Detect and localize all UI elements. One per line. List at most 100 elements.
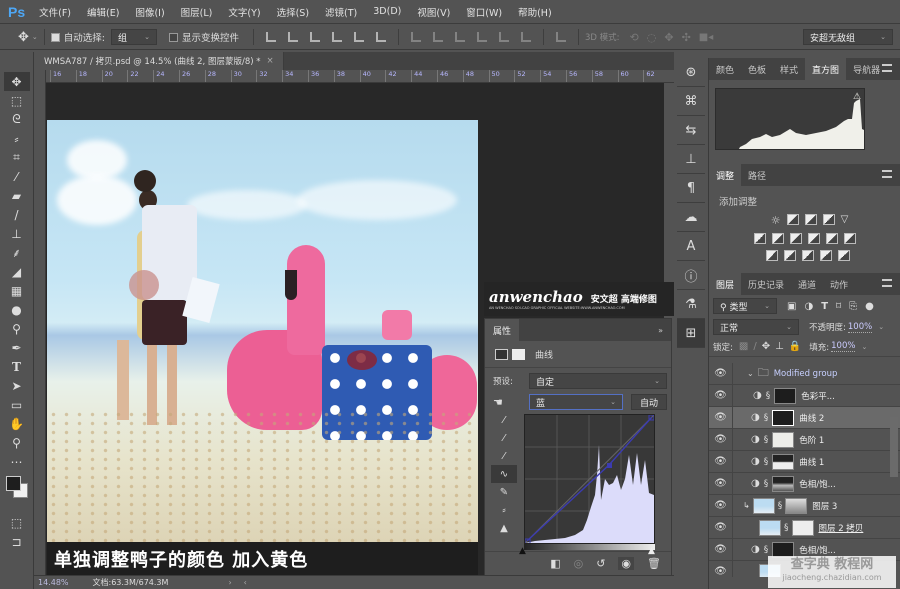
align-left-icon[interactable] xyxy=(332,32,342,42)
brush-tool-icon[interactable]: / xyxy=(4,205,30,224)
exposure-icon[interactable] xyxy=(822,214,835,225)
auto-select-dropdown[interactable]: 组 ⌄ xyxy=(110,29,157,45)
layer-row-selected[interactable]: 👁 ◑ § 曲线 2 xyxy=(709,406,900,429)
layer-row[interactable]: 👁 § 图层 2 拷贝 xyxy=(709,516,900,539)
lock-artboard-icon[interactable]: ⊥ xyxy=(775,341,784,352)
visibility-eye-icon[interactable]: 👁 xyxy=(709,538,733,561)
status-expand-icon[interactable]: › xyxy=(228,578,231,587)
curve-point-mid[interactable] xyxy=(607,463,612,468)
layers-scrollbar[interactable] xyxy=(890,417,898,477)
visibility-eye-icon[interactable]: 👁 xyxy=(709,450,733,473)
3d-slide-icon[interactable]: ✣ xyxy=(682,31,691,44)
blur-tool-icon[interactable]: ● xyxy=(4,300,30,319)
view-previous-icon[interactable]: ◎ xyxy=(574,557,584,570)
workspace-dropdown[interactable]: 安超无敌组 ⌄ xyxy=(803,29,893,45)
document-tab[interactable]: WMSA787 / 拷贝.psd @ 14.5% (曲线 2, 图层蒙版/8) … xyxy=(34,52,284,70)
clone-source-icon[interactable]: ⊥ xyxy=(677,145,705,174)
menu-file[interactable]: 文件(F) xyxy=(39,5,71,19)
invert-icon[interactable] xyxy=(765,250,778,261)
opacity-chevron-icon[interactable]: ⌄ xyxy=(878,323,884,331)
brightness-contrast-icon[interactable]: ☼ xyxy=(771,214,781,227)
panel-menu-icon[interactable] xyxy=(882,279,892,287)
brush-preset-icon[interactable]: ⌘ xyxy=(677,87,705,116)
levels-icon[interactable] xyxy=(786,214,799,225)
selective-color-icon[interactable] xyxy=(819,250,832,261)
zoom-level[interactable]: 14.48% xyxy=(38,578,69,587)
black-input-slider[interactable]: ▲ xyxy=(519,546,526,556)
menu-layer[interactable]: 图层(L) xyxy=(181,5,213,19)
gray-point-eyedropper-icon[interactable]: ⁄ xyxy=(491,429,517,447)
visibility-eye-icon[interactable]: 👁 xyxy=(709,516,733,539)
expand-chevron-icon[interactable]: ⌄ xyxy=(747,369,754,378)
3d-panel-icon[interactable]: ⊛ xyxy=(677,58,705,87)
tab-layers[interactable]: 图层 xyxy=(709,273,742,295)
filter-type-icon[interactable]: T xyxy=(821,301,828,312)
3d-pan-icon[interactable]: ✥ xyxy=(664,31,673,44)
reset-icon[interactable]: ↺ xyxy=(596,557,605,570)
adjustment-icon[interactable] xyxy=(495,348,508,360)
curves-icon[interactable] xyxy=(804,214,817,225)
curves-graph[interactable] xyxy=(524,414,655,544)
distribute-top-icon[interactable] xyxy=(411,32,421,42)
layer-row[interactable]: 👁 ◑ § 色彩平... xyxy=(709,384,900,407)
healing-brush-tool-icon[interactable]: ▰ xyxy=(4,186,30,205)
paragraph-icon[interactable]: ¶ xyxy=(677,174,705,203)
filter-toggle-icon[interactable]: ● xyxy=(865,301,874,312)
gradient-tool-icon[interactable]: ▦ xyxy=(4,281,30,300)
lock-pixels-icon[interactable]: / xyxy=(753,341,756,352)
tab-history[interactable]: 历史记录 xyxy=(741,273,791,295)
show-transform-checkbox[interactable] xyxy=(168,32,178,42)
foreground-color-swatch[interactable] xyxy=(6,476,21,491)
properties-panel-icon[interactable]: ⊞ xyxy=(677,319,705,348)
photo-filter-icon[interactable] xyxy=(807,233,820,244)
lock-all-icon[interactable]: 🔒 xyxy=(789,341,801,352)
black-white-icon[interactable] xyxy=(789,233,802,244)
tab-histogram[interactable]: 直方图 xyxy=(805,58,847,80)
panel-menu-icon[interactable] xyxy=(882,64,892,72)
tab-channels[interactable]: 通道 xyxy=(791,273,823,295)
pen-tool-icon[interactable]: ✒ xyxy=(4,338,30,357)
preset-dropdown[interactable]: 自定 ⌄ xyxy=(529,373,667,389)
quick-mask-icon[interactable]: ⬚ xyxy=(4,513,30,532)
crop-tool-icon[interactable]: ⌗ xyxy=(4,148,30,167)
3d-rotate-icon[interactable]: ⟲ xyxy=(630,31,639,44)
panel-menu-icon[interactable] xyxy=(882,170,892,178)
align-top-icon[interactable] xyxy=(266,32,276,42)
3d-scale-icon[interactable]: ■◂ xyxy=(699,32,713,43)
character-icon[interactable]: A xyxy=(677,232,705,261)
eraser-tool-icon[interactable]: ◢ xyxy=(4,262,30,281)
white-point-eyedropper-icon[interactable]: ⁄ xyxy=(491,447,517,465)
layer-row[interactable]: 👁 ↳ § 图层 3 xyxy=(709,494,900,517)
visibility-eye-icon[interactable]: 👁 xyxy=(709,560,733,577)
tab-styles[interactable]: 样式 xyxy=(773,58,805,80)
tab-color[interactable]: 颜色 xyxy=(709,58,741,80)
visibility-eye-icon[interactable]: 👁 xyxy=(709,406,733,429)
tab-swatches[interactable]: 色板 xyxy=(741,58,773,80)
tool-presets-icon[interactable]: ⚗ xyxy=(677,290,705,319)
history-brush-tool-icon[interactable]: ⸙ xyxy=(4,243,30,262)
creative-cloud-icon[interactable]: ☁ xyxy=(677,203,705,232)
align-bottom-icon[interactable] xyxy=(310,32,320,42)
layer-row[interactable]: 👁 ◑ § 曲线 1 xyxy=(709,450,900,473)
posterize-icon[interactable] xyxy=(783,250,796,261)
menu-image[interactable]: 图像(I) xyxy=(135,5,164,19)
marquee-tool-icon[interactable]: ⬚ xyxy=(4,91,30,110)
adjust-sliders-icon[interactable]: ⇆ xyxy=(677,116,705,145)
quick-select-tool-icon[interactable]: ⸗ xyxy=(4,129,30,148)
type-tool-icon[interactable]: T xyxy=(4,357,30,376)
auto-select-checkbox[interactable] xyxy=(50,32,60,42)
gradient-map-icon[interactable] xyxy=(837,250,850,261)
tab-actions[interactable]: 动作 xyxy=(823,273,855,295)
pencil-draw-icon[interactable]: ✎ xyxy=(491,483,517,501)
visibility-eye-icon[interactable]: 👁 xyxy=(709,428,733,451)
distribute-bottom-icon[interactable] xyxy=(455,32,465,42)
properties-tab[interactable]: 属性 xyxy=(485,319,520,341)
menu-view[interactable]: 视图(V) xyxy=(417,5,450,19)
auto-button[interactable]: 自动 xyxy=(631,394,667,410)
layer-row[interactable]: 👁 ◑ § 色相/饱... xyxy=(709,472,900,495)
collapse-panel-icon[interactable]: » xyxy=(658,326,663,335)
screen-mode-icon[interactable]: ⊐ xyxy=(4,532,30,551)
filter-shape-icon[interactable]: ⌑ xyxy=(836,301,841,312)
move-tool-icon[interactable]: ✥ xyxy=(3,72,30,91)
lasso-tool-icon[interactable]: ᘓ xyxy=(4,110,30,129)
